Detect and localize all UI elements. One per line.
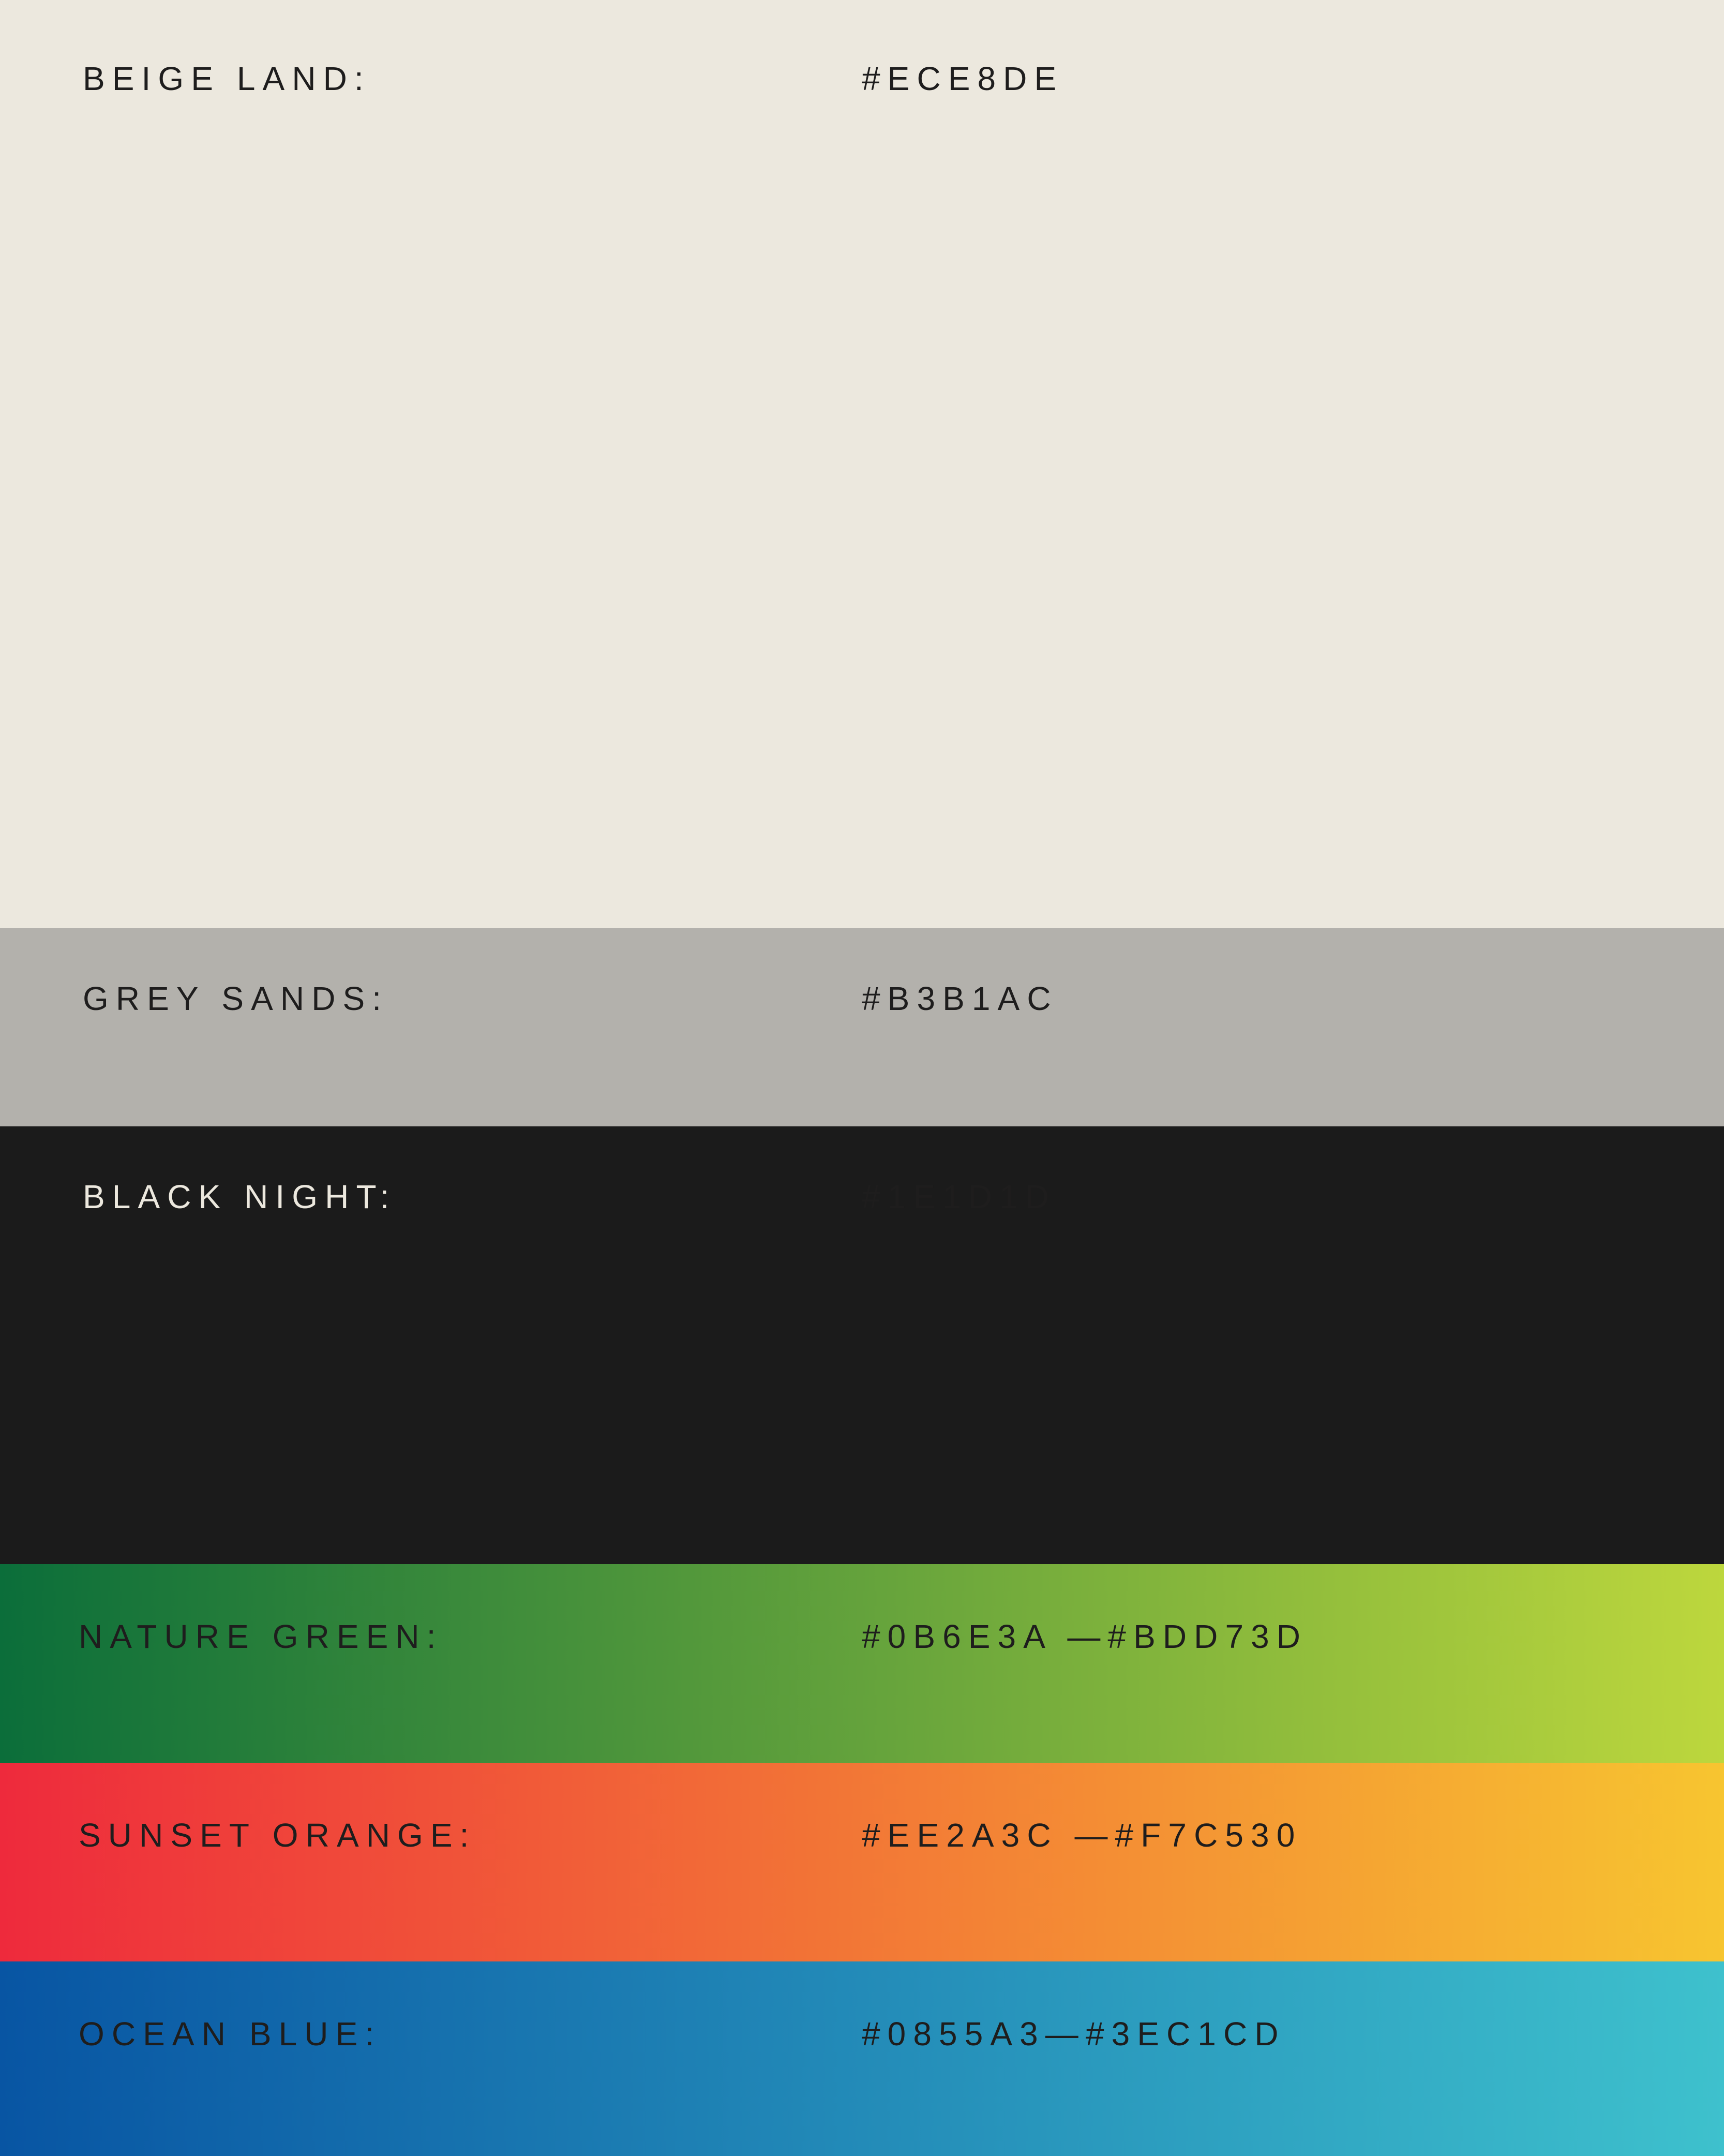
swatch-ocean-blue: OCEAN BLUE: #0855A3—#3EC1CD bbox=[0, 1961, 1724, 2156]
swatch-name: OCEAN BLUE: bbox=[79, 2015, 382, 2053]
swatch-hex-code: #B3B1AC bbox=[862, 980, 1058, 1017]
swatch-nature-green: NATURE GREEN: #0B6E3A —#BDD73D bbox=[0, 1564, 1724, 1763]
swatch-hex-code: #0855A3—#3EC1CD bbox=[862, 2015, 1286, 2053]
swatch-name: SUNSET ORANGE: bbox=[79, 1817, 476, 1854]
swatch-hex-code: #ECE8DE bbox=[862, 60, 1064, 97]
swatch-beige-land: BEIGE LAND: #ECE8DE bbox=[0, 0, 1724, 928]
swatch-name: BLACK NIGHT: bbox=[83, 1178, 397, 1215]
swatch-name: NATURE GREEN: bbox=[79, 1618, 443, 1655]
swatch-sunset-orange: SUNSET ORANGE: #EE2A3C —#F7C530 bbox=[0, 1763, 1724, 1961]
swatch-black-night: BLACK NIGHT: #1E1D1D bbox=[0, 1126, 1724, 1564]
swatch-name: BEIGE LAND: bbox=[83, 60, 371, 97]
swatch-hex-code: #0B6E3A —#BDD73D bbox=[862, 1618, 1308, 1655]
swatch-name: GREY SANDS: bbox=[83, 980, 389, 1017]
swatch-grey-sands: GREY SANDS: #B3B1AC bbox=[0, 928, 1724, 1126]
swatch-hex-code: #EE2A3C —#F7C530 bbox=[862, 1817, 1302, 1854]
swatch-hex-code: #1E1D1D bbox=[862, 1178, 1057, 1215]
